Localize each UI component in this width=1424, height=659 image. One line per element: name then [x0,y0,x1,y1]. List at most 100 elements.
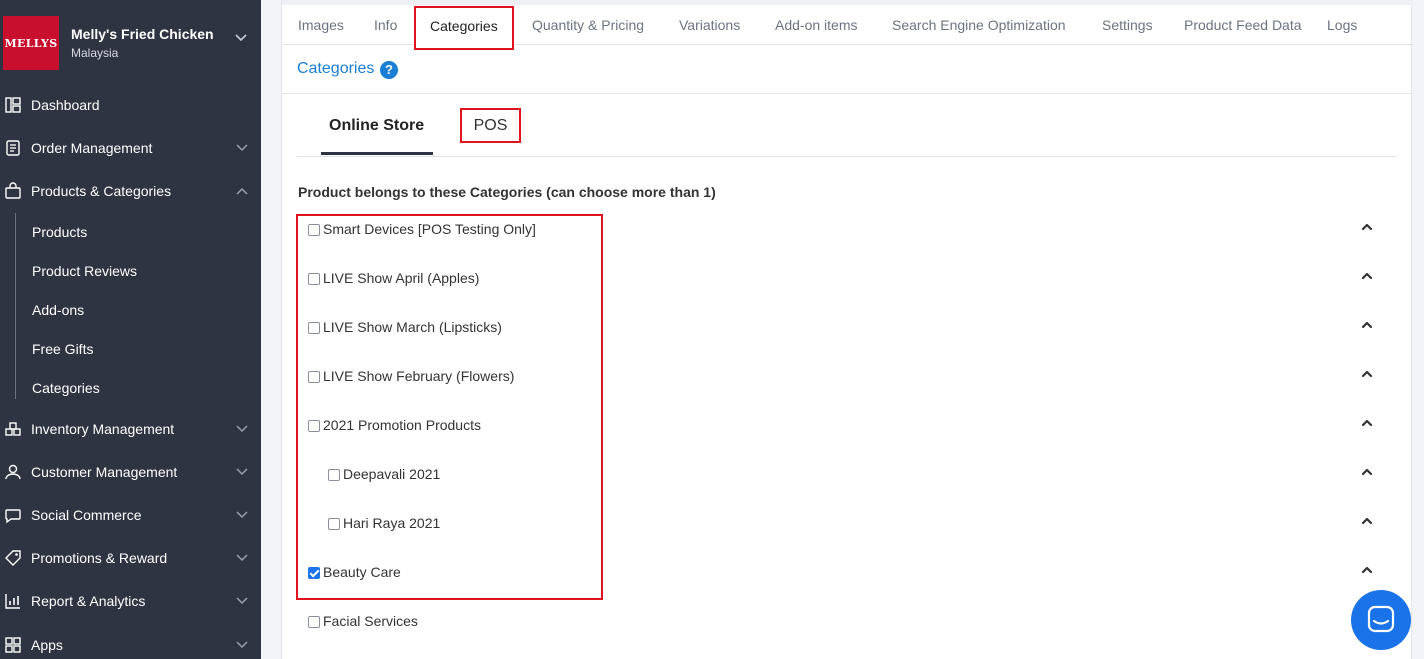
category-row: LIVE Show February (Flowers) [282,365,1413,389]
sidebar-item-label: Social Commerce [31,507,142,523]
category-checkbox[interactable] [308,420,320,432]
caret-up-icon[interactable] [1360,269,1374,283]
sidebar-item-label: Promotions & Reward [31,550,168,566]
caret-up-icon[interactable] [1360,367,1374,381]
caret-up-icon[interactable] [1360,563,1374,577]
chevron-down-icon[interactable] [235,34,247,42]
sidebar-item-label: Inventory Management [31,421,175,437]
category-row: Hari Raya 2021 [282,512,1413,536]
tab-logs[interactable]: Logs [1327,5,1357,45]
category-label: Smart Devices [POS Testing Only] [323,221,536,237]
subtab-online-store[interactable]: Online Store [329,117,424,135]
sidebar-item-order-management[interactable]: Order Management [0,128,261,168]
caret-up-icon[interactable] [1360,220,1374,234]
store-switcher[interactable]: MELLYS Melly's Fried Chicken Malaysia [0,0,261,80]
tab-categories[interactable]: Categories [414,6,514,50]
chevron-down-icon [236,468,248,476]
category-row: LIVE Show April (Apples) [282,267,1413,291]
category-label: Facial Services [323,613,418,629]
category-label: Deepavali 2021 [343,466,441,482]
sidebar-subitem-categories[interactable]: Categories [32,380,100,396]
dashboard-icon [5,97,21,113]
sidebar-item-label: Products & Categories [31,183,172,199]
sidebar-subitem-products[interactable]: Products [32,224,87,240]
user-icon [5,464,21,480]
category-row: Beauty Care [282,561,1413,585]
category-checkbox[interactable] [328,469,340,481]
category-row: Facial Services [282,610,1413,634]
section-title: Categories [297,60,375,77]
caret-up-icon[interactable] [1360,318,1374,332]
caret-up-icon[interactable] [1360,465,1374,479]
chevron-down-icon [236,641,248,649]
chat-icon [1367,605,1395,633]
chat-icon [5,509,21,524]
product-tabs: Images Info Categories Quantity & Pricin… [282,5,1413,50]
sidebar-subitem-product-reviews[interactable]: Product Reviews [32,263,137,279]
tab-info[interactable]: Info [374,5,397,45]
sidebar-item-inventory-management[interactable]: Inventory Management [0,409,261,449]
tag-icon [5,550,21,566]
sidebar: MELLYS Melly's Fried Chicken Malaysia Da… [0,0,261,659]
sidebar-item-report-analytics[interactable]: Report & Analytics [0,581,261,621]
sidebar-item-products-categories[interactable]: Products & Categories [0,171,261,211]
category-label: LIVE Show March (Lipsticks) [323,319,502,335]
category-checkbox[interactable] [328,518,340,530]
sidebar-item-promotions-reward[interactable]: Promotions & Reward [0,538,261,578]
category-checkbox[interactable] [308,567,320,579]
help-icon[interactable]: ? [380,61,398,79]
category-checkbox[interactable] [308,371,320,383]
chevron-down-icon [236,597,248,605]
tab-images[interactable]: Images [298,5,344,45]
sidebar-item-label: Order Management [31,140,153,156]
chevron-down-icon [236,554,248,562]
sidebar-item-apps[interactable]: Apps [0,625,261,659]
category-row: Deepavali 2021 [282,463,1413,487]
store-name: Melly's Fried Chicken [71,26,214,42]
sidebar-item-label: Apps [31,637,63,653]
category-checkbox[interactable] [308,322,320,334]
category-checkbox[interactable] [308,616,320,628]
chevron-down-icon [236,144,248,152]
tab-variations[interactable]: Variations [679,5,740,45]
sidebar-item-label: Customer Management [31,464,178,480]
category-label: LIVE Show April (Apples) [323,270,480,286]
sidebar-item-dashboard[interactable]: Dashboard [0,85,261,125]
chevron-down-icon [236,425,248,433]
section-header: Categories ? [282,45,1413,94]
category-row: LIVE Show March (Lipsticks) [282,316,1413,340]
channel-subtabs: Online Store POS [297,94,1396,157]
tab-add-on-items[interactable]: Add-on items [775,5,857,45]
category-checkbox[interactable] [308,224,320,236]
category-row: Smart Devices [POS Testing Only] [282,218,1413,242]
store-country: Malaysia [71,46,119,60]
product-edit-panel: Images Info Categories Quantity & Pricin… [281,0,1413,659]
order-icon [6,140,20,156]
tab-settings[interactable]: Settings [1102,5,1153,45]
sidebar-item-label: Report & Analytics [31,593,146,609]
inventory-icon [5,422,21,436]
active-subtab-indicator [321,152,433,155]
category-label: LIVE Show February (Flowers) [323,368,515,384]
main-content: Images Info Categories Quantity & Pricin… [261,0,1424,659]
sidebar-item-customer-management[interactable]: Customer Management [0,452,261,492]
category-label: Hari Raya 2021 [343,515,441,531]
apps-icon [5,637,21,653]
submenu-divider [15,213,16,399]
chat-launcher[interactable] [1351,590,1411,650]
sidebar-subitem-add-ons[interactable]: Add-ons [32,302,84,318]
sidebar-subitem-free-gifts[interactable]: Free Gifts [32,341,93,357]
store-logo: MELLYS [3,16,59,70]
subtab-pos[interactable]: POS [460,108,521,143]
chevron-up-icon [236,187,248,195]
chevron-down-icon [236,511,248,519]
tab-quantity-pricing[interactable]: Quantity & Pricing [532,5,644,45]
category-checkbox[interactable] [308,273,320,285]
caret-up-icon[interactable] [1360,416,1374,430]
caret-up-icon[interactable] [1360,514,1374,528]
sidebar-item-social-commerce[interactable]: Social Commerce [0,495,261,535]
tab-product-feed-data[interactable]: Product Feed Data [1184,5,1302,45]
bag-icon [5,182,21,199]
category-heading: Product belongs to these Categories (can… [298,184,716,200]
tab-seo[interactable]: Search Engine Optimization [892,5,1066,45]
